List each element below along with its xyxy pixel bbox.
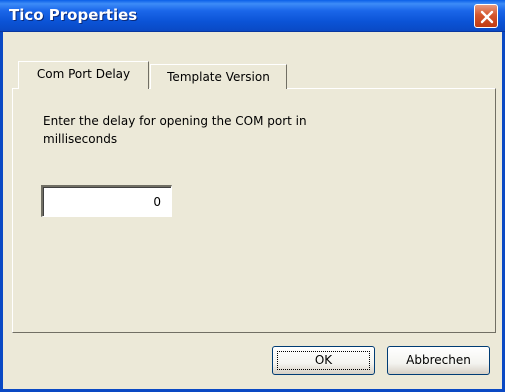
window-title: Tico Properties xyxy=(9,6,138,24)
delay-description: Enter the delay for opening the COM port… xyxy=(43,114,307,146)
tab-com-port-delay[interactable]: Com Port Delay xyxy=(18,61,149,89)
properties-dialog: Tico Properties Com Port Delay Template … xyxy=(0,0,505,392)
active-tab-joint xyxy=(19,88,148,90)
window-frame-left xyxy=(0,32,3,392)
tab-label: Template Version xyxy=(167,70,270,84)
cancel-button[interactable]: Abbrechen xyxy=(387,346,490,375)
title-bar[interactable]: Tico Properties xyxy=(0,0,505,32)
cancel-button-label: Abbrechen xyxy=(406,353,471,367)
tab-label: Com Port Delay xyxy=(36,67,131,81)
delay-input[interactable] xyxy=(41,185,172,217)
close-button[interactable] xyxy=(474,4,498,28)
close-icon xyxy=(480,10,494,24)
ok-button[interactable]: OK xyxy=(272,346,375,375)
focus-ring xyxy=(277,351,370,370)
tab-template-version[interactable]: Template Version xyxy=(150,64,287,89)
